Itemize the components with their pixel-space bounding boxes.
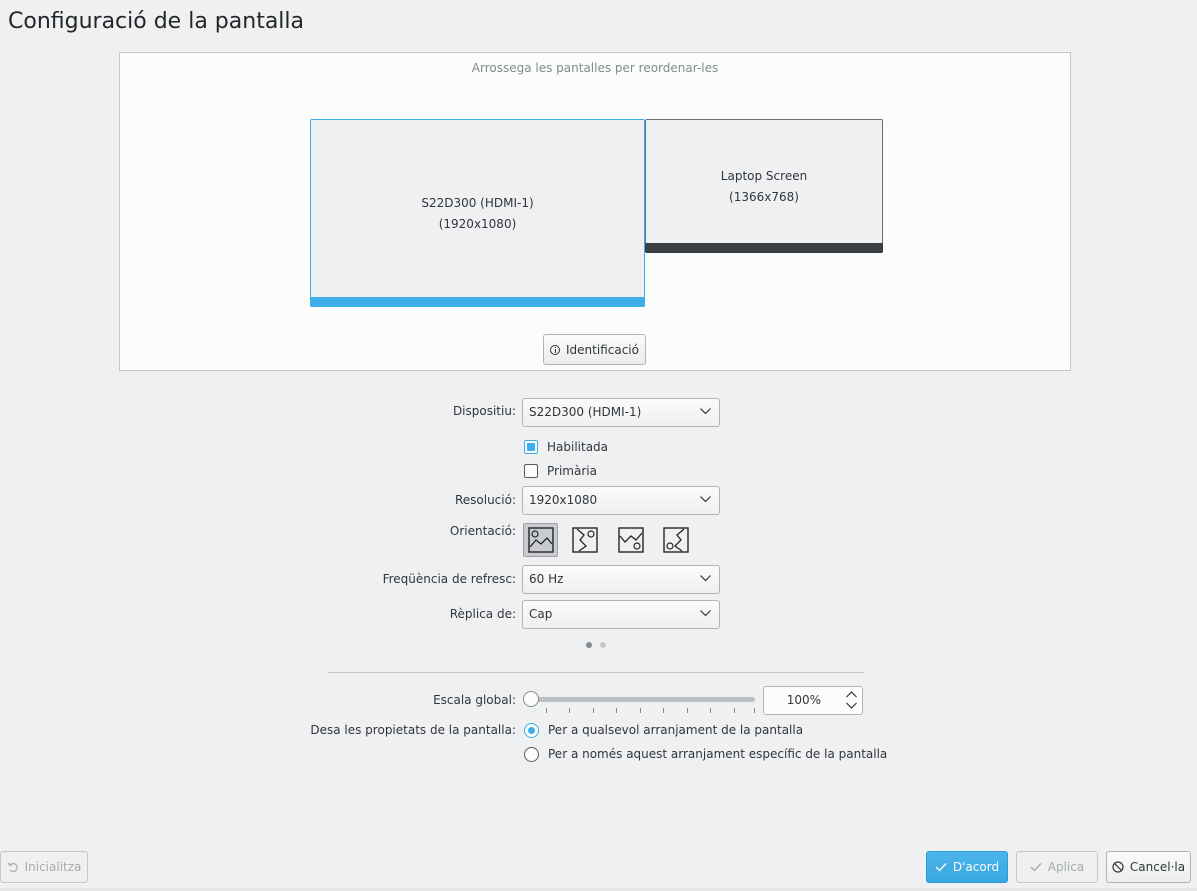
primary-checkbox[interactable] bbox=[524, 464, 538, 478]
slider-tick bbox=[640, 708, 641, 713]
reset-button-label: Inicialitza bbox=[24, 860, 82, 874]
replica-combo[interactable]: Cap bbox=[522, 600, 720, 629]
page-indicator[interactable] bbox=[600, 642, 606, 648]
portrait-icon bbox=[571, 527, 598, 553]
screen-name: S22D300 (HDMI-1) bbox=[421, 196, 534, 210]
identify-button-label: Identificació bbox=[566, 342, 639, 357]
check-icon bbox=[1030, 863, 1042, 872]
resolution-combo[interactable]: 1920x1080 bbox=[522, 486, 720, 515]
enabled-checkbox[interactable] bbox=[524, 440, 538, 454]
ok-button[interactable]: D'acord bbox=[926, 851, 1008, 883]
global-scale-spinbox[interactable]: 100% bbox=[763, 686, 863, 715]
landscape-icon bbox=[527, 527, 554, 553]
check-icon bbox=[935, 863, 947, 872]
enabled-label: Habilitada bbox=[547, 440, 609, 454]
global-scale-slider-track[interactable] bbox=[531, 697, 755, 702]
save-specific-arrangement-radio[interactable] bbox=[524, 747, 539, 762]
slider-tick bbox=[616, 708, 617, 713]
slider-tick bbox=[546, 708, 547, 713]
screen-laptop[interactable]: Laptop Screen (1366x768) bbox=[645, 119, 883, 253]
page-indicator-active[interactable] bbox=[586, 642, 592, 648]
slider-tick bbox=[687, 708, 688, 713]
cancel-button-label: Cancel·la bbox=[1129, 860, 1186, 874]
chevron-down-icon bbox=[700, 496, 711, 503]
screen-bar bbox=[645, 243, 883, 253]
orientation-inverted-landscape-button[interactable] bbox=[613, 523, 648, 557]
slider-tick bbox=[754, 708, 755, 713]
inverted-portrait-icon bbox=[662, 527, 689, 553]
chevron-down-icon[interactable] bbox=[846, 702, 857, 709]
screen-name: Laptop Screen bbox=[720, 169, 808, 183]
page-title: Configuració de la pantalla bbox=[8, 9, 305, 34]
refresh-rate-combo[interactable]: 60 Hz bbox=[522, 565, 720, 594]
slider-tick bbox=[569, 708, 570, 713]
chevron-down-icon bbox=[700, 408, 711, 415]
chevron-up-icon[interactable] bbox=[846, 691, 857, 698]
global-scale-value: 100% bbox=[786, 693, 821, 707]
orientation-inverted-portrait-button[interactable] bbox=[658, 523, 693, 557]
replica-label: Rèplica de: bbox=[449, 607, 516, 621]
global-scale-slider-handle[interactable] bbox=[523, 691, 539, 707]
arrangement-hint: Arrossega les pantalles per reordenar-le… bbox=[471, 61, 719, 75]
device-value: S22D300 (HDMI-1) bbox=[529, 405, 642, 419]
separator bbox=[328, 672, 864, 673]
info-icon bbox=[550, 344, 561, 355]
cancel-button[interactable]: Cancel·la bbox=[1106, 851, 1191, 883]
device-label: Dispositiu: bbox=[452, 404, 516, 418]
cancel-icon bbox=[1112, 861, 1124, 873]
save-specific-arrangement-label: Per a només aquest arranjament específic… bbox=[548, 747, 888, 761]
primary-label: Primària bbox=[547, 464, 597, 478]
screen-s22d300[interactable]: S22D300 (HDMI-1) (1920x1080) bbox=[310, 119, 645, 307]
resolution-label: Resolució: bbox=[454, 493, 516, 507]
chevron-down-icon bbox=[700, 610, 711, 617]
orientation-landscape-button[interactable] bbox=[523, 523, 558, 557]
slider-tick bbox=[663, 708, 664, 713]
orientation-label: Orientació: bbox=[449, 524, 516, 538]
reset-button[interactable]: Inicialitza bbox=[0, 851, 88, 883]
apply-button[interactable]: Aplica bbox=[1016, 851, 1098, 883]
refresh-rate-label: Freqüència de refresc: bbox=[382, 572, 516, 586]
save-properties-label: Desa les propietats de la pantalla: bbox=[310, 723, 516, 737]
screen-resolution: (1366x768) bbox=[729, 190, 799, 204]
chevron-down-icon bbox=[700, 575, 711, 582]
identify-button[interactable]: Identificació bbox=[543, 334, 646, 365]
resolution-value: 1920x1080 bbox=[529, 493, 598, 507]
ok-button-label: D'acord bbox=[952, 860, 1000, 874]
undo-icon bbox=[7, 862, 18, 873]
save-any-arrangement-label: Per a qualsevol arranjament de la pantal… bbox=[548, 723, 804, 737]
orientation-portrait-button[interactable] bbox=[567, 523, 602, 557]
global-scale-label: Escala global: bbox=[433, 693, 516, 707]
device-combo[interactable]: S22D300 (HDMI-1) bbox=[522, 398, 720, 427]
screen-selection-bar bbox=[310, 297, 645, 307]
replica-value: Cap bbox=[529, 607, 553, 621]
save-any-arrangement-radio[interactable] bbox=[524, 723, 539, 738]
slider-tick bbox=[710, 708, 711, 713]
inverted-landscape-icon bbox=[617, 527, 644, 553]
apply-button-label: Aplica bbox=[1047, 860, 1085, 874]
slider-tick bbox=[734, 708, 735, 713]
screen-resolution: (1920x1080) bbox=[438, 217, 517, 231]
screen-arrangement-area[interactable]: Arrossega les pantalles per reordenar-le… bbox=[119, 52, 1071, 371]
refresh-rate-value: 60 Hz bbox=[529, 572, 564, 586]
slider-tick bbox=[593, 708, 594, 713]
